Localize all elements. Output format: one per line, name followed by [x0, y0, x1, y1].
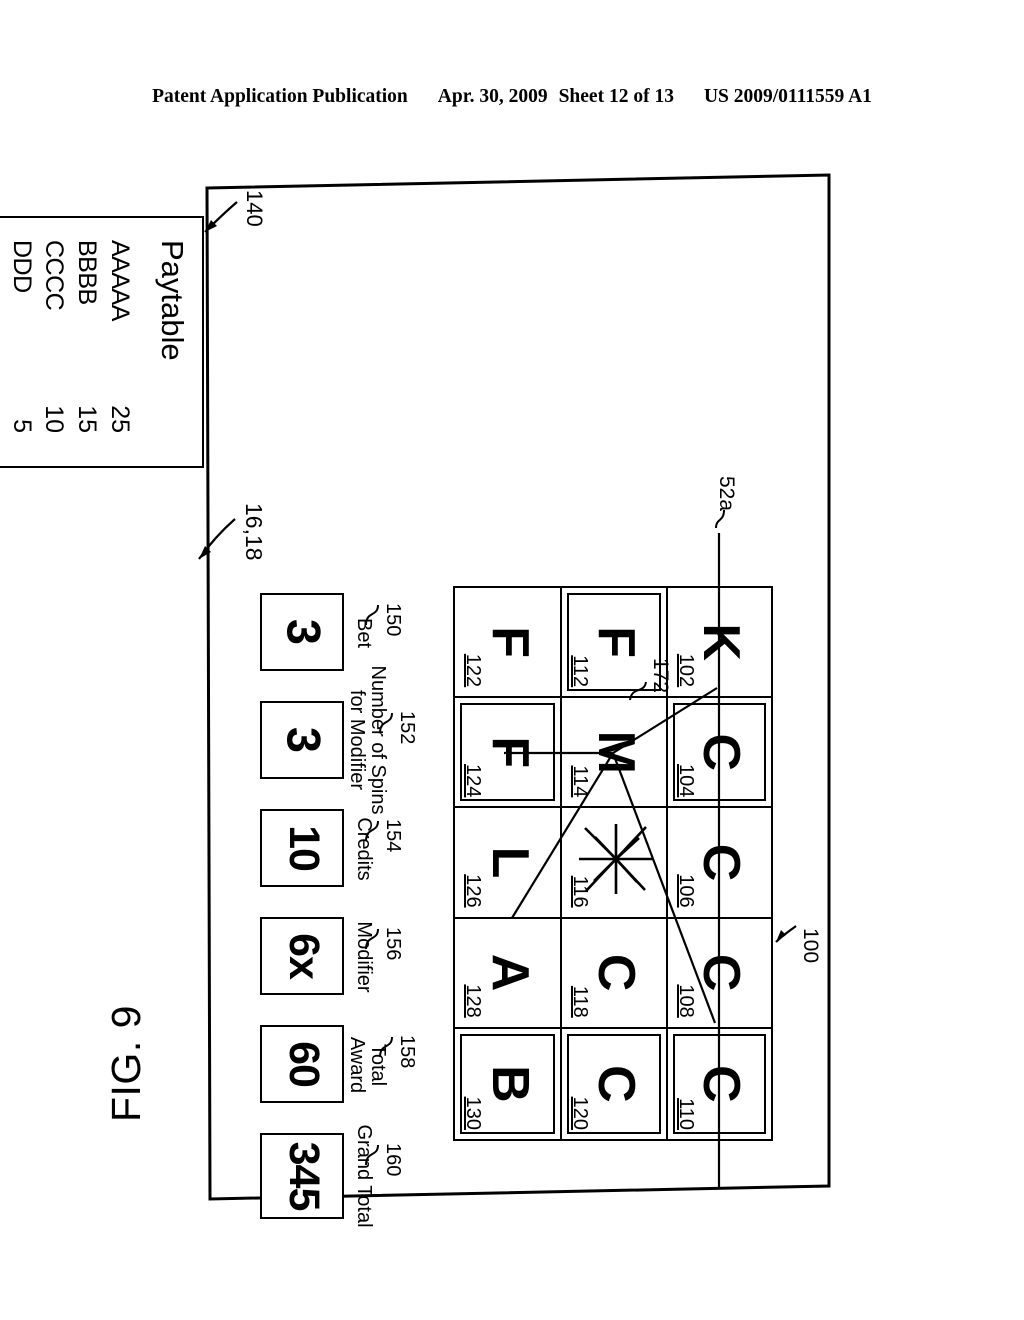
reference-leader-172: 172	[606, 656, 672, 766]
publication-title: Patent Application Publication	[152, 86, 408, 107]
meter-bet: 3	[260, 593, 344, 671]
paytable-row: CCCC 10	[38, 240, 71, 445]
reel-cell-ref: 110	[674, 1098, 697, 1130]
reference-leader-100: 100	[768, 868, 822, 1018]
reference-numeral-100: 100	[799, 928, 822, 964]
reference-squiggle-156	[365, 928, 379, 950]
reference-numeral-160: 160	[382, 1143, 404, 1177]
sheet-number: Sheet 12 of 13	[558, 86, 674, 107]
paytable: Paytable AAAAA 25 BBBB 15 CCCC 10 DDD 5	[0, 216, 204, 468]
reel-symbol: B	[480, 1065, 539, 1103]
paytable-symbol: BBBB	[73, 240, 102, 305]
reel-symbol: C	[692, 733, 751, 772]
reel-symbol: F	[480, 736, 539, 769]
reel-cell[interactable]: L 126	[455, 808, 561, 919]
meter-total-award: 60	[260, 1025, 344, 1103]
meter-panel: 3 Bet 150 3 Number of Spins for Modifier…	[222, 593, 418, 1228]
reel-cell[interactable]: K 102	[665, 588, 771, 699]
reference-squiggle-154	[365, 820, 379, 842]
reel-cell-ref: 128	[462, 984, 484, 1018]
meter-value: 3	[277, 726, 331, 754]
meter-value: 345	[280, 1141, 329, 1211]
page-header: Patent Application Publication Apr. 30, 2…	[0, 86, 1024, 108]
meter-value: 6x	[280, 933, 329, 979]
reference-squiggle-158	[379, 1036, 393, 1058]
figure-label: FIG. 9	[103, 1005, 149, 1122]
reel-symbol: C	[587, 1065, 646, 1103]
reel-cell[interactable]: A 128	[455, 918, 561, 1029]
reference-numeral-154: 154	[382, 819, 404, 853]
paytable-symbol: AAAAA	[106, 240, 134, 321]
reference-numeral-150: 150	[382, 603, 404, 637]
meter-value: 3	[277, 618, 331, 646]
reel-cell[interactable]: C 108	[665, 918, 771, 1029]
reel-cell-ref: 130	[462, 1096, 484, 1130]
publication-date: Apr. 30, 2009	[437, 86, 548, 107]
reel-cell-ref: 104	[674, 764, 697, 798]
reel-cell[interactable]: C 110	[665, 1028, 771, 1139]
paytable-symbol: CCCC	[40, 240, 69, 311]
reference-numeral-172: 172	[649, 658, 672, 694]
reel-cell[interactable]: C 118	[560, 918, 666, 1029]
reel-cell-ref: 114	[569, 765, 592, 798]
reel-cell[interactable]: C 120	[560, 1028, 666, 1139]
reel-cell-ref: 124	[462, 764, 484, 798]
reel-cell[interactable]: starburst-icon 116	[560, 808, 666, 919]
paytable-value: 10	[40, 405, 69, 433]
document-number: US 2009/0111559 A1	[703, 86, 872, 107]
reel-cell-ref: 108	[674, 984, 697, 1018]
reel-cell-ref: 116	[569, 875, 592, 908]
meter-value: 10	[280, 825, 329, 871]
paytable-row: BBBB 15	[71, 240, 104, 445]
reference-numeral-152: 152	[396, 711, 418, 745]
reel-cell-ref: 126	[462, 874, 484, 908]
reel-cell-ref: 120	[569, 1096, 592, 1130]
meter-spins-for-modifier: 3	[260, 701, 344, 779]
reel-cell-ref: 118	[569, 985, 592, 1018]
meter-value: 60	[280, 1041, 329, 1087]
reel-cell-ref: 102	[674, 653, 697, 688]
reference-leader-52a: 52a	[682, 476, 744, 566]
reference-numeral-158: 158	[396, 1035, 418, 1069]
reel-symbol: C	[692, 843, 751, 882]
meter-credits: 10	[260, 809, 344, 887]
reference-squiggle-150	[365, 604, 379, 626]
reel-symbol: C	[692, 953, 751, 992]
paytable-symbol: DDD	[7, 240, 36, 293]
reel-cell[interactable]: F 122	[455, 588, 561, 699]
reel-symbol: F	[480, 626, 539, 658]
reel-cell-ref: 106	[674, 874, 697, 908]
reel-cell[interactable]: C 104	[665, 698, 771, 809]
paytable-value: 5	[7, 419, 36, 433]
reference-numeral-156: 156	[382, 927, 404, 961]
meter-modifier: 6x	[260, 917, 344, 995]
reference-squiggle-152	[379, 712, 393, 734]
meter-grand-total: 345	[260, 1133, 344, 1219]
reel-symbol: A	[480, 953, 539, 992]
reel-symbol: K	[692, 623, 751, 661]
reel-cell-ref: 112	[569, 655, 592, 688]
figure-canvas: Paytable AAAAA 25 BBBB 15 CCCC 10 DDD 5 …	[0, 188, 822, 1228]
reference-numeral-52a: 52a	[715, 476, 738, 512]
reference-leader-140: 140	[177, 188, 267, 318]
paytable-value: 25	[106, 405, 134, 433]
reference-squiggle-160	[365, 1144, 379, 1166]
paytable-rows: AAAAA 25 BBBB 15 CCCC 10 DDD 5	[5, 240, 136, 445]
reel-cell-ref: 122	[462, 653, 484, 688]
reel-cell[interactable]: B 130	[455, 1029, 560, 1139]
meter-label-line2: Award	[345, 1036, 368, 1094]
reference-numeral-140: 140	[242, 190, 267, 227]
reel-symbol: C	[692, 1065, 751, 1103]
paytable-row: AAAAA 25	[103, 240, 136, 445]
reel-symbol: C	[587, 953, 646, 992]
paytable-value: 15	[73, 405, 102, 433]
paytable-row: DDD 5	[5, 240, 38, 445]
reference-numeral-16-18: 16,18	[241, 503, 267, 561]
reel-cell[interactable]: F 124	[455, 698, 561, 809]
reel-cell[interactable]: C 106	[665, 808, 771, 919]
reel-symbol: L	[480, 846, 539, 879]
